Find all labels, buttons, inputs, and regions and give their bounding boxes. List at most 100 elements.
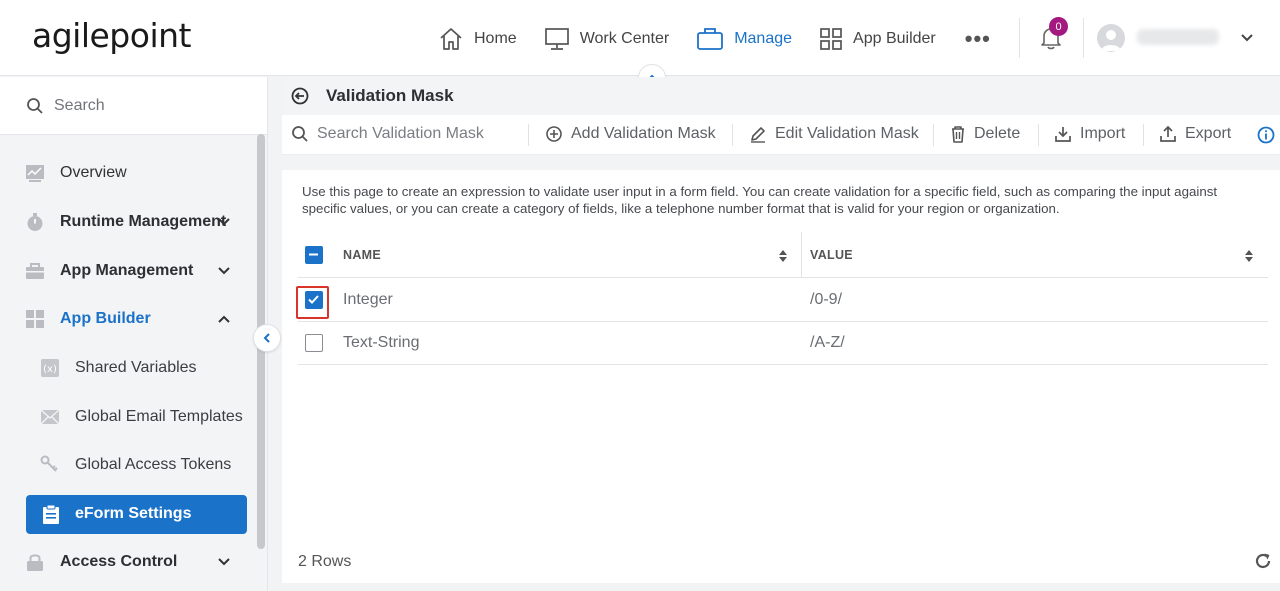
sidebar-item-label: Access Control: [60, 553, 178, 570]
keys-icon: [40, 455, 58, 472]
sidebar-item-access-control[interactable]: Access Control: [0, 542, 256, 582]
content-panel: Use this page to create an expression to…: [282, 170, 1280, 583]
toolbar-divider: [1143, 124, 1144, 146]
table-header: NAME VALUE: [298, 232, 1268, 278]
nav-work-center[interactable]: Work Center: [544, 27, 670, 51]
sidebar-item-label: Global Access Tokens: [75, 456, 232, 473]
export-button[interactable]: Export: [1159, 125, 1231, 143]
cell-value: /A-Z/: [810, 334, 845, 351]
chevron-left-icon: [263, 333, 270, 343]
briefcase-icon: [697, 28, 724, 50]
row-checkbox[interactable]: [305, 334, 323, 352]
toolbar-divider: [933, 124, 934, 146]
pencil-icon: [751, 127, 765, 143]
trash-icon: [952, 126, 964, 143]
table-row[interactable]: Text-String /A-Z/: [298, 322, 1268, 365]
column-header-name[interactable]: NAME: [343, 248, 381, 262]
sidebar-item-shared-variables[interactable]: (x) Shared Variables: [0, 348, 256, 388]
sidebar-search[interactable]: Search: [0, 77, 267, 135]
refresh-icon[interactable]: [1254, 552, 1272, 570]
sidebar-item-eform-settings[interactable]: eForm Settings: [26, 495, 247, 534]
user-avatar[interactable]: [1097, 24, 1125, 52]
page-header: Validation Mask: [282, 77, 1280, 115]
delete-label: Delete: [974, 125, 1021, 142]
email-icon: [40, 409, 60, 425]
search-icon: [27, 97, 43, 114]
user-icon: [1101, 30, 1121, 51]
sidebar-item-label: eForm Settings: [75, 505, 192, 522]
main-nav: Home Work Center Manage App Builder •••: [438, 22, 991, 56]
notification-count-badge: 0: [1049, 17, 1068, 36]
sidebar-item-label: Overview: [60, 164, 127, 181]
cell-name: Integer: [343, 291, 393, 308]
cell-value: /0-9/: [810, 291, 843, 308]
import-icon: [1055, 127, 1071, 142]
column-header-value[interactable]: VALUE: [810, 248, 853, 262]
add-label: Add Validation Mask: [571, 125, 716, 142]
stopwatch-icon: [27, 213, 43, 231]
sort-icon[interactable]: [778, 249, 788, 263]
header-divider: [1083, 18, 1084, 58]
nav-home[interactable]: Home: [438, 27, 517, 51]
more-menu-button[interactable]: •••: [965, 26, 991, 52]
grid-icon: [820, 28, 842, 50]
top-header: agilepoint Home Work Center Manage App B…: [0, 0, 1280, 76]
nav-manage-label: Manage: [734, 30, 793, 47]
edit-label: Edit Validation Mask: [775, 125, 919, 142]
sidebar-item-runtime-management[interactable]: Runtime Management: [0, 202, 256, 242]
chevron-up-icon: [218, 315, 230, 323]
import-label: Import: [1080, 125, 1126, 142]
select-all-checkbox[interactable]: [305, 246, 323, 264]
user-name[interactable]: xxxxxxxx: [1137, 29, 1219, 45]
nav-app-builder-label: App Builder: [853, 30, 936, 47]
sidebar-item-app-builder[interactable]: App Builder: [0, 299, 256, 339]
back-arrow-icon[interactable]: [291, 87, 309, 105]
clipboard-icon: [43, 504, 59, 524]
nav-app-builder[interactable]: App Builder: [819, 27, 936, 51]
svg-text:(x): (x): [43, 364, 57, 375]
delete-button[interactable]: Delete: [950, 125, 1020, 143]
nav-work-center-label: Work Center: [579, 30, 670, 47]
column-divider[interactable]: [801, 232, 802, 278]
variable-icon: (x): [41, 359, 59, 377]
sidebar-item-label: App Management: [60, 262, 194, 279]
import-button[interactable]: Import: [1054, 125, 1125, 143]
sidebar-item-global-email-templates[interactable]: Global Email Templates: [0, 397, 256, 437]
nav-home-label: Home: [474, 30, 517, 47]
chart-icon: [26, 165, 44, 182]
sidebar-item-label: Global Email Templates: [75, 408, 243, 425]
info-icon[interactable]: [1257, 126, 1275, 144]
sidebar-item-global-access-tokens[interactable]: Global Access Tokens: [0, 445, 256, 485]
chevron-down-icon: [218, 218, 230, 226]
user-menu-chevron[interactable]: [1239, 30, 1255, 51]
sidebar-item-label: Runtime Management: [60, 213, 227, 230]
export-label: Export: [1185, 125, 1232, 142]
sidebar-item-app-management[interactable]: App Management: [0, 251, 256, 291]
agilepoint-logo[interactable]: agilepoint: [32, 16, 191, 55]
chevron-down-icon: [218, 558, 230, 566]
toolbar-divider: [732, 124, 733, 146]
checkbox-highlight: [296, 286, 329, 319]
table-row[interactable]: Integer /0-9/: [298, 279, 1268, 322]
monitor-icon: [544, 28, 569, 50]
sort-icon[interactable]: [1244, 249, 1254, 263]
sidebar-item-label: App Builder: [60, 310, 151, 327]
toolbar-divider: [528, 124, 529, 146]
add-validation-mask-button[interactable]: Add Validation Mask: [545, 125, 716, 143]
page-description: Use this page to create an expression to…: [302, 184, 1218, 216]
row-count: 2 Rows: [298, 553, 352, 570]
toolbox-icon: [26, 263, 44, 279]
export-icon: [1160, 125, 1176, 142]
add-circle-icon: [546, 126, 562, 142]
sidebar-item-label: Shared Variables: [75, 359, 197, 376]
collapse-sidebar-button[interactable]: [253, 324, 281, 352]
header-divider: [1019, 18, 1020, 58]
search-validation-mask-input[interactable]: Search Validation Mask: [291, 125, 484, 143]
toolbar-divider: [1038, 124, 1039, 146]
nav-manage[interactable]: Manage: [696, 27, 792, 51]
home-icon: [440, 28, 462, 50]
edit-validation-mask-button[interactable]: Edit Validation Mask: [749, 125, 919, 143]
cell-name: Text-String: [343, 334, 420, 351]
apps-icon: [26, 310, 44, 328]
sidebar-item-overview[interactable]: Overview: [0, 153, 256, 193]
